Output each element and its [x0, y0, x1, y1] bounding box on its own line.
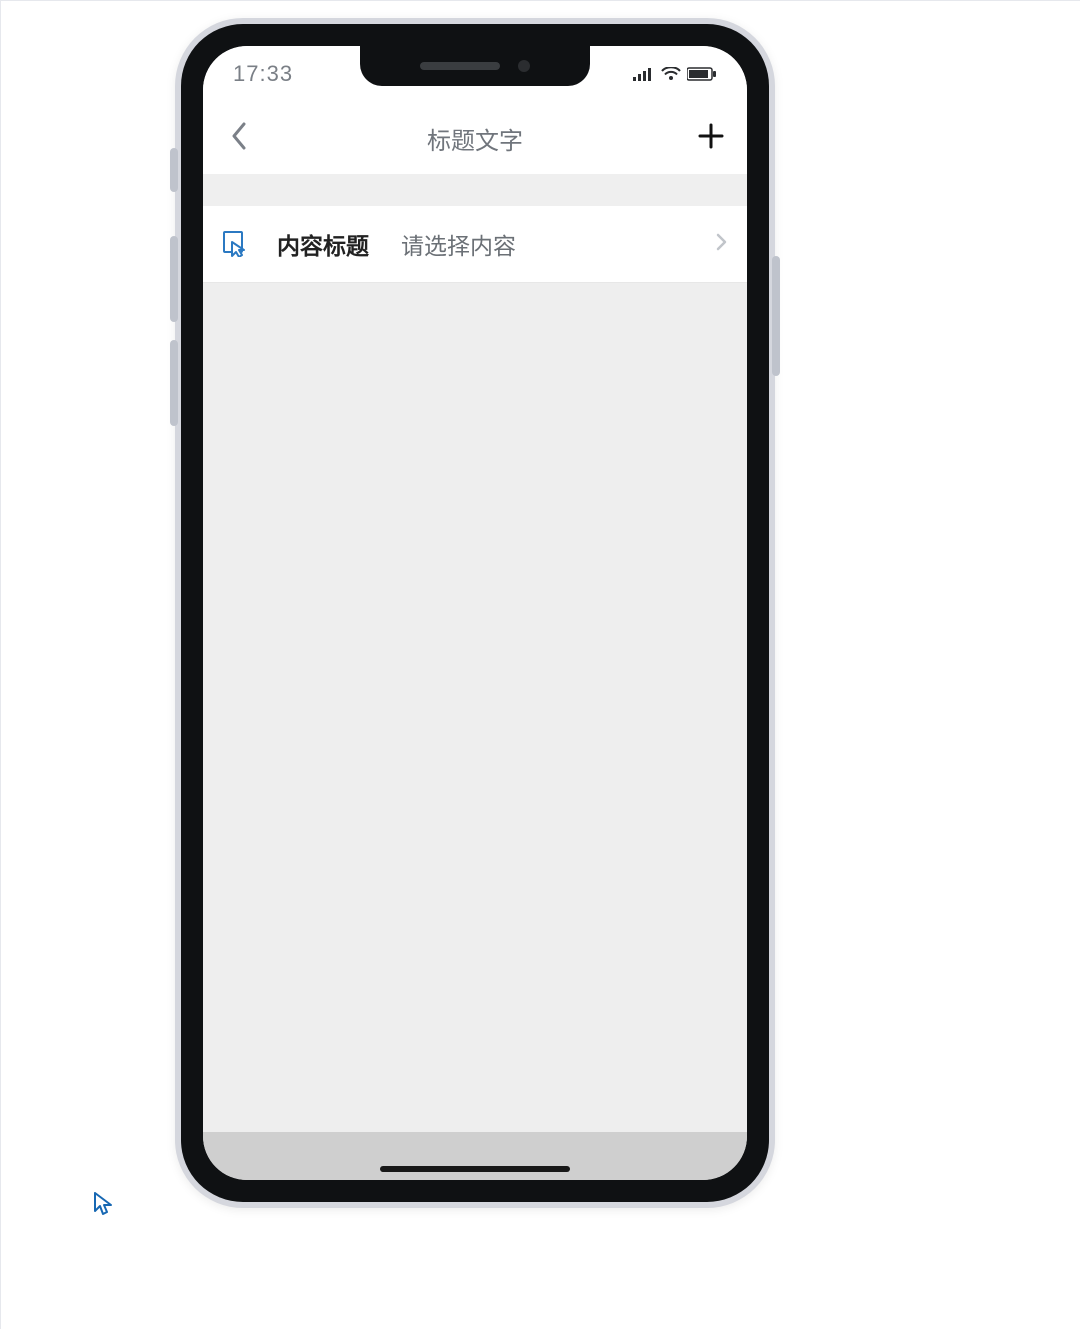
phone-button-power [772, 256, 780, 376]
signal-icon [633, 67, 655, 81]
chevron-left-icon [231, 122, 247, 155]
row-value: 请选择内容 [401, 227, 716, 261]
cursor-icon [94, 1192, 112, 1221]
phone-button-silence [170, 148, 178, 192]
back-button[interactable] [219, 102, 259, 174]
phone-frame: 17:33 [175, 18, 775, 1208]
phone-screen: 17:33 [203, 46, 747, 1180]
page-title: 标题文字 [427, 121, 523, 156]
navigation-bar: 标题文字 [203, 102, 747, 175]
selection-icon [223, 231, 249, 257]
phone-button-volume-up [170, 236, 178, 322]
home-indicator[interactable] [380, 1166, 570, 1172]
content-row[interactable]: 内容标题 请选择内容 [203, 206, 747, 283]
wifi-icon [661, 67, 681, 81]
add-button[interactable] [691, 102, 731, 174]
phone-button-volume-down [170, 340, 178, 426]
phone-notch [360, 46, 590, 86]
section-divider [203, 174, 747, 207]
bottom-bar [203, 1132, 747, 1180]
status-time: 17:33 [233, 61, 293, 87]
row-title: 内容标题 [277, 227, 369, 261]
chevron-right-icon [716, 233, 727, 256]
battery-icon [687, 67, 717, 81]
plus-icon [698, 123, 724, 154]
